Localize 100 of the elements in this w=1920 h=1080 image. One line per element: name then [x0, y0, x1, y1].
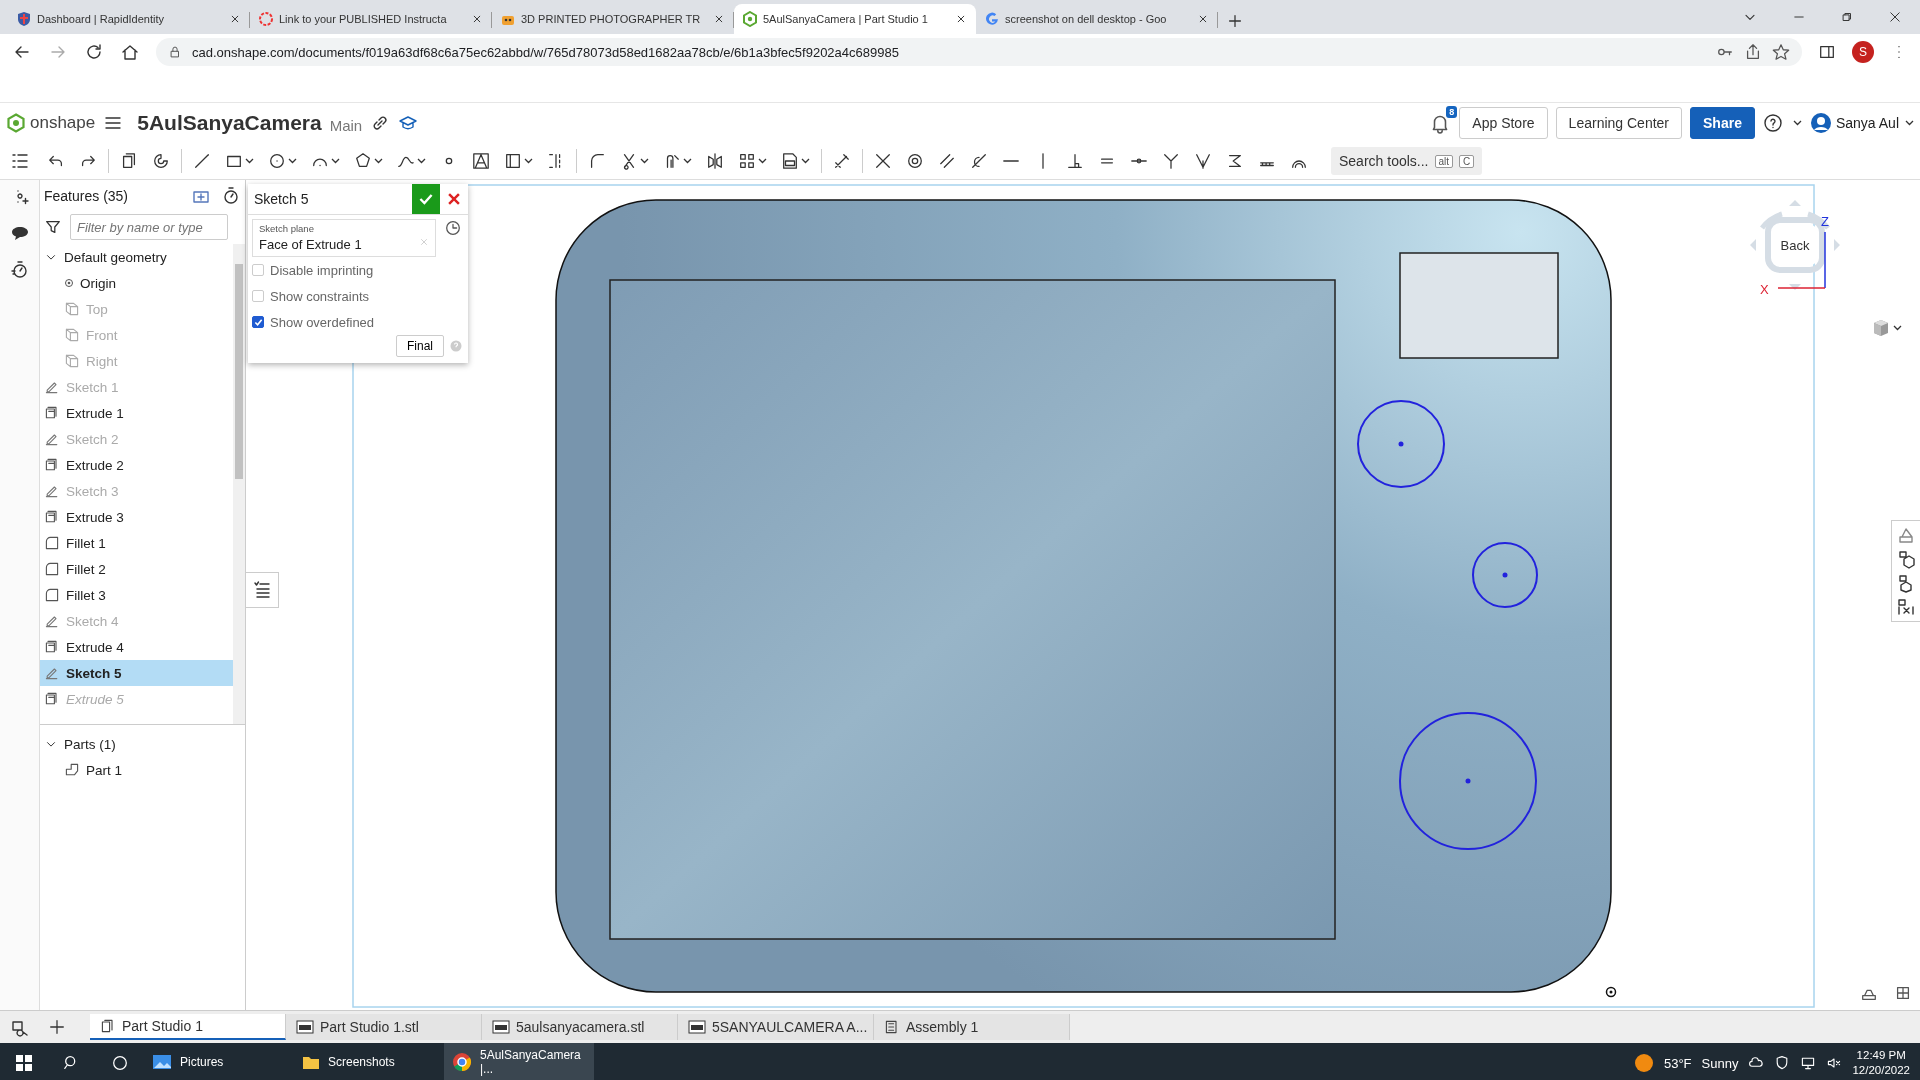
- stopwatch-icon[interactable]: [9, 260, 30, 280]
- part-item[interactable]: Part 1: [40, 757, 245, 783]
- close-icon[interactable]: [1888, 10, 1902, 24]
- caret-icon[interactable]: [288, 158, 297, 164]
- concentric-icon[interactable]: [906, 152, 924, 170]
- final-button[interactable]: Final: [396, 335, 444, 357]
- restore-icon[interactable]: [1840, 10, 1854, 24]
- header-button[interactable]: Learning Center: [1555, 107, 1682, 139]
- document-tab[interactable]: Part Studio 1: [90, 1014, 286, 1040]
- browser-tab[interactable]: Dashboard | RapidIdentity: [8, 4, 250, 34]
- feature-item[interactable]: Extrude 3: [40, 504, 233, 530]
- search-tools-field[interactable]: Search tools... alt C: [1331, 147, 1483, 175]
- tree-group[interactable]: Parts (1): [40, 731, 245, 757]
- feature-item[interactable]: Fillet 3: [40, 582, 233, 608]
- caret-icon[interactable]: [245, 158, 254, 164]
- user-name[interactable]: Sanya Aul: [1835, 115, 1899, 131]
- feature-item[interactable]: Sketch 5: [40, 660, 233, 686]
- scrollbar[interactable]: [233, 244, 245, 724]
- branch-name[interactable]: Main: [329, 116, 363, 134]
- onshape-logo[interactable]: onshape: [6, 113, 96, 133]
- feature-item[interactable]: Fillet 2: [40, 556, 233, 582]
- caret-icon[interactable]: [758, 158, 767, 164]
- help-icon[interactable]: [1762, 113, 1783, 133]
- stopwatch-icon[interactable]: [221, 186, 241, 206]
- header-button[interactable]: App Store: [1459, 107, 1548, 139]
- coincident-icon[interactable]: [874, 152, 892, 170]
- cube-table-icon[interactable]: [1896, 549, 1916, 569]
- tree-group[interactable]: Default geometry: [40, 244, 233, 270]
- cortana-icon[interactable]: [111, 1054, 129, 1072]
- frame-icon[interactable]: [504, 152, 522, 170]
- list-toggle-button[interactable]: [246, 572, 279, 608]
- tree-item[interactable]: Origin: [40, 270, 233, 296]
- feature-item[interactable]: Extrude 1: [40, 400, 233, 426]
- caret-icon[interactable]: [1792, 120, 1802, 126]
- network-icon[interactable]: [1800, 1055, 1817, 1071]
- address-bar[interactable]: cad.onshape.com/documents/f019a63df68c6a75ec62abbd/w/765d78073d58ed1682aa78cb/e/6b1a3bfec5f9202a4c689985: [156, 38, 1802, 66]
- taskbar-app[interactable]: Pictures: [144, 1043, 294, 1080]
- star-icon[interactable]: [1772, 43, 1790, 61]
- variable-table-icon[interactable]: [1896, 597, 1916, 617]
- dimension-icon[interactable]: [833, 152, 851, 170]
- windows-start-icon[interactable]: [15, 1054, 33, 1072]
- caret-icon[interactable]: [1905, 120, 1914, 126]
- browser-tab[interactable]: 3D PRINTED PHOTOGRAPHER TR: [492, 4, 734, 34]
- caret-icon[interactable]: [374, 158, 383, 164]
- browser-tab[interactable]: screenshot on dell desktop - Goo: [976, 4, 1218, 34]
- sketch-plane-field[interactable]: Sketch plane Face of Extrude 1: [252, 219, 436, 257]
- header-button[interactable]: Share: [1690, 107, 1755, 139]
- line-icon[interactable]: [193, 152, 211, 170]
- document-tab[interactable]: Assembly 1: [874, 1014, 1070, 1040]
- caret-icon[interactable]: [331, 158, 340, 164]
- taskbar-app[interactable]: 5AulSanyaCamera |...: [444, 1043, 594, 1080]
- add-icon[interactable]: [48, 1018, 66, 1036]
- feature-item[interactable]: Extrude 2: [40, 452, 233, 478]
- home-icon[interactable]: [120, 42, 140, 62]
- filter-field[interactable]: Filter by name or type: [70, 214, 228, 240]
- browser-tab[interactable]: 5AulSanyaCamera | Part Studio 1: [734, 4, 976, 34]
- parallel-icon[interactable]: [938, 152, 956, 170]
- polygon-icon[interactable]: [354, 152, 372, 170]
- text-icon[interactable]: [472, 152, 490, 170]
- perpendicular-icon[interactable]: [1066, 152, 1084, 170]
- caret-icon[interactable]: [801, 158, 810, 164]
- section-view-icon[interactable]: [1894, 984, 1912, 1002]
- tangent-icon[interactable]: [970, 152, 988, 170]
- normal-icon[interactable]: [1162, 152, 1180, 170]
- user-avatar-icon[interactable]: [1809, 112, 1832, 134]
- feature-item[interactable]: Fillet 1: [40, 530, 233, 556]
- sun-icon[interactable]: [1633, 1053, 1654, 1073]
- accept-button[interactable]: [412, 184, 440, 214]
- filter-icon[interactable]: [44, 218, 62, 236]
- document-tab[interactable]: Part Studio 1.stl: [286, 1014, 482, 1040]
- clock[interactable]: 12:49 PM 12/20/2022: [1852, 1048, 1910, 1078]
- new-tab-icon[interactable]: [1226, 12, 1244, 30]
- caret-icon[interactable]: [417, 158, 426, 164]
- weather-text[interactable]: Sunny: [1701, 1055, 1739, 1071]
- share-icon[interactable]: [1744, 43, 1762, 61]
- reload-icon[interactable]: [84, 42, 104, 62]
- caret-icon[interactable]: [524, 158, 533, 164]
- temperature[interactable]: 53°F: [1663, 1055, 1692, 1071]
- symmetric-icon[interactable]: [1226, 152, 1244, 170]
- list-icon[interactable]: [252, 580, 272, 600]
- side-panel-icon[interactable]: [1818, 43, 1836, 61]
- cancel-button[interactable]: [440, 184, 468, 214]
- document-tab[interactable]: 5SANYAULCAMERA A...: [678, 1014, 874, 1040]
- caret-icon[interactable]: [683, 158, 692, 164]
- copy-icon[interactable]: [120, 152, 138, 170]
- feature-list-icon[interactable]: [10, 151, 30, 171]
- mirror-icon[interactable]: [706, 152, 724, 170]
- feature-item[interactable]: Extrude 4: [40, 634, 233, 660]
- pierce-icon[interactable]: [1194, 152, 1212, 170]
- clock-icon[interactable]: [444, 219, 462, 237]
- sketch-icon[interactable]: [152, 152, 170, 170]
- pattern-icon[interactable]: [738, 152, 756, 170]
- caret-icon[interactable]: [1893, 325, 1902, 331]
- profile-avatar[interactable]: S: [1852, 41, 1874, 63]
- fillet-icon[interactable]: [588, 152, 606, 170]
- caret-icon[interactable]: [640, 158, 649, 164]
- document-tab[interactable]: 5aulsanyacamera.stl: [482, 1014, 678, 1040]
- insert-dxf-icon[interactable]: [781, 152, 799, 170]
- browser-tab[interactable]: Link to your PUBLISHED Instructa: [250, 4, 492, 34]
- checkbox[interactable]: [252, 316, 264, 328]
